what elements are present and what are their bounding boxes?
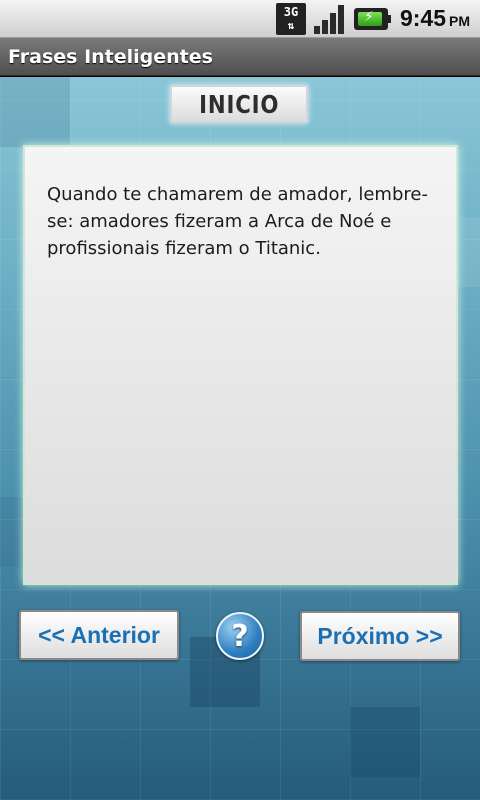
charging-bolt-icon: ⚡ — [363, 8, 374, 25]
battery-charging-icon: ⚡ — [353, 7, 391, 30]
question-mark-icon: ? — [231, 618, 249, 654]
previous-button[interactable]: << Anterior — [19, 610, 179, 660]
network-type-label: 3G — [283, 4, 299, 19]
section-badge: INICIO — [170, 85, 308, 123]
status-clock: 9:45 PM — [400, 5, 470, 32]
quote-text: Quando te chamarem de amador, lembre-se:… — [47, 184, 428, 259]
clock-time: 9:45 — [399, 5, 446, 31]
data-arrows-icon: ⇅ — [287, 18, 295, 32]
app-title-bar: Frases Inteligentes — [0, 38, 480, 76]
network-3g-icon: 3G ⇅ — [275, 2, 306, 35]
next-button[interactable]: Próximo >> — [300, 611, 460, 661]
signal-bars-icon — [313, 4, 346, 34]
main-content: INICIO Quando te chamarem de amador, lem… — [0, 77, 480, 800]
status-bar: 3G ⇅ ⚡ 9:45 PM — [0, 0, 480, 38]
quote-card: Quando te chamarem de amador, lembre-se:… — [23, 145, 458, 585]
app-title: Frases Inteligentes — [8, 45, 213, 68]
help-button[interactable]: ? — [216, 612, 264, 660]
background-tile — [350, 707, 420, 777]
clock-ampm: PM — [449, 13, 470, 29]
section-label: INICIO — [198, 89, 280, 119]
background-tile — [0, 77, 70, 147]
